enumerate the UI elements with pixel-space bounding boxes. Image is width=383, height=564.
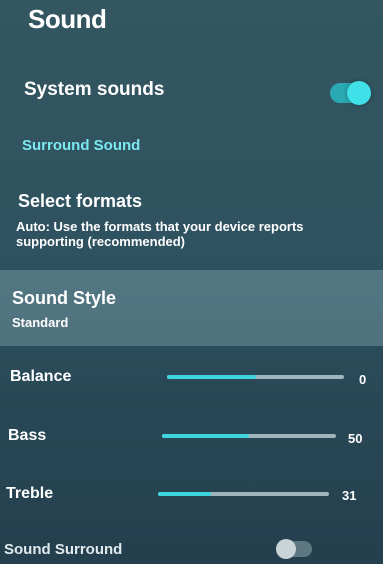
treble-value: 31	[342, 488, 357, 503]
bass-value: 50	[348, 431, 363, 446]
select-formats-title[interactable]: Select formats	[18, 191, 142, 212]
balance-value: 0	[359, 372, 367, 387]
surround-sound-link[interactable]: Surround Sound	[22, 137, 140, 154]
toggle-knob	[347, 81, 371, 105]
bass-slider-fill	[162, 434, 249, 438]
treble-slider[interactable]	[158, 492, 329, 496]
page-title: Sound	[28, 4, 107, 34]
balance-slider-fill	[167, 375, 256, 379]
select-formats-description: Auto: Use the formats that your device r…	[16, 219, 304, 249]
bass-slider[interactable]	[162, 434, 336, 438]
balance-label: Balance	[10, 368, 72, 385]
sound-style-title[interactable]: Sound Style	[12, 288, 116, 309]
bass-label: Bass	[8, 427, 47, 444]
toggle-knob	[276, 539, 296, 559]
system-sounds-label[interactable]: System sounds	[24, 79, 164, 101]
system-sounds-toggle[interactable]	[330, 81, 371, 105]
treble-slider-fill	[158, 492, 211, 496]
sound-style-value: Standard	[12, 315, 69, 330]
balance-slider[interactable]	[167, 375, 344, 379]
sound-surround-label[interactable]: Sound Surround	[4, 541, 122, 558]
sound-surround-toggle[interactable]	[276, 539, 312, 559]
treble-label: Treble	[6, 485, 54, 502]
